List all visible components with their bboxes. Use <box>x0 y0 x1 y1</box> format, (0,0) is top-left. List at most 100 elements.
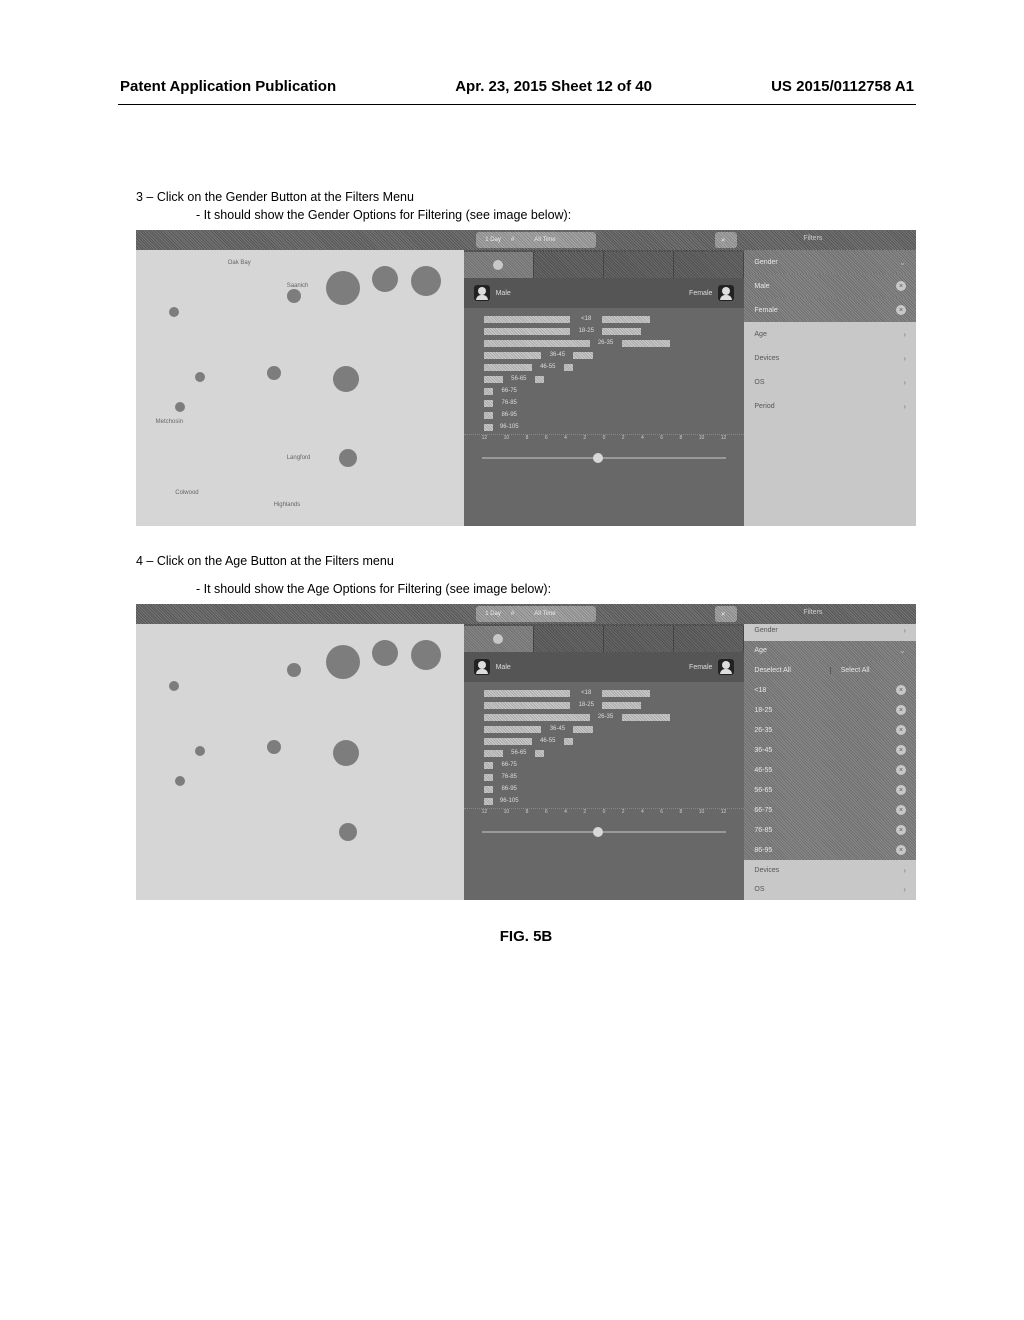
demographics-panel: Aug 8, 2011 (10:07) Male Female <18 18-2… <box>464 230 745 526</box>
age-bar-chart: <18 18-25 26-35 36-45 46-55 56-65 66-75 … <box>464 682 745 808</box>
remove-icon[interactable]: × <box>896 765 906 775</box>
time-range-pill[interactable]: 1 Day # All Time <box>476 606 596 622</box>
panel-tab-1[interactable] <box>464 626 534 652</box>
filter-age-opt-4[interactable]: 46-55× <box>744 760 916 780</box>
chevron-right-icon: › <box>903 885 906 894</box>
header-left: Patent Application Publication <box>120 78 336 95</box>
content-area: 3 – Click on the Gender Button at the Fi… <box>136 190 916 945</box>
select-all-button[interactable]: Select All <box>830 667 916 674</box>
filter-gender-male[interactable]: Male× <box>744 274 916 298</box>
close-filters-pill[interactable]: ✕ <box>715 606 737 622</box>
slider-knob[interactable] <box>593 827 603 837</box>
time-range-pill[interactable]: 1 Day # All Time <box>476 232 596 248</box>
filter-devices[interactable]: Devices› <box>744 860 916 880</box>
pill-seg-2[interactable]: # <box>508 611 517 617</box>
step4-line: 4 – Click on the Age Button at the Filte… <box>136 554 916 568</box>
map-label: Langford <box>287 455 311 461</box>
filters-title: Filters <box>803 609 822 616</box>
chat-icon <box>493 260 503 270</box>
filter-age[interactable]: Age› <box>744 322 916 346</box>
remove-icon[interactable]: × <box>896 785 906 795</box>
remove-icon[interactable]: × <box>896 705 906 715</box>
filter-age-header[interactable]: Age⌄ <box>744 641 916 661</box>
chevron-right-icon: › <box>903 866 906 875</box>
filter-age-opt-8[interactable]: 86-95× <box>744 840 916 860</box>
filter-age-opt-2[interactable]: 26-35× <box>744 720 916 740</box>
map-label: Highlands <box>274 502 301 508</box>
header-mid: Apr. 23, 2015 Sheet 12 of 40 <box>455 78 652 95</box>
map-area[interactable] <box>136 604 464 900</box>
map-label: Saanich <box>287 283 309 289</box>
filter-period[interactable]: Period› <box>744 394 916 418</box>
pill-seg-2[interactable]: # <box>508 237 517 243</box>
step4-sub: - It should show the Age Options for Fil… <box>196 582 916 596</box>
map-label: Oak Bay <box>228 260 251 266</box>
pill-seg-1day[interactable]: 1 Day <box>482 611 504 617</box>
time-slider[interactable] <box>464 448 745 470</box>
filter-age-opt-6[interactable]: 66-75× <box>744 800 916 820</box>
close-icon: ✕ <box>721 611 726 618</box>
filter-age-select-row: Deselect All Select All <box>744 661 916 681</box>
filter-os[interactable]: OS› <box>744 880 916 900</box>
chevron-right-icon: › <box>903 354 906 363</box>
male-label: Male <box>496 290 511 297</box>
remove-icon[interactable]: × <box>896 745 906 755</box>
chevron-down-icon: ⌄ <box>899 646 906 655</box>
time-slider[interactable] <box>464 822 745 844</box>
map-label: Metchosin <box>156 419 183 425</box>
step3-line: 3 – Click on the Gender Button at the Fi… <box>136 190 916 204</box>
panel-tab-1[interactable] <box>464 252 534 278</box>
filter-os[interactable]: OS› <box>744 370 916 394</box>
filter-age-opt-1[interactable]: 18-25× <box>744 700 916 720</box>
chat-icon <box>493 634 503 644</box>
remove-icon[interactable]: × <box>896 305 906 315</box>
remove-icon[interactable]: × <box>896 825 906 835</box>
filter-age-opt-0[interactable]: <18× <box>744 680 916 700</box>
gender-header-row: Male Female <box>464 278 745 308</box>
female-silhouette-icon <box>718 659 734 675</box>
male-silhouette-icon <box>474 659 490 675</box>
remove-icon[interactable]: × <box>896 845 906 855</box>
panel-tab-4[interactable] <box>674 252 744 278</box>
filters-title: Filters <box>803 235 822 242</box>
pill-seg-alltime[interactable]: All Time <box>531 611 558 617</box>
panel-tabs <box>464 252 745 278</box>
female-silhouette-icon <box>718 285 734 301</box>
remove-icon[interactable]: × <box>896 281 906 291</box>
deselect-all-button[interactable]: Deselect All <box>744 667 829 674</box>
female-label: Female <box>689 290 712 297</box>
map-area[interactable]: Oak Bay Saanich Metchosin Langford Colwo… <box>136 230 464 526</box>
close-icon: ✕ <box>721 237 726 244</box>
close-filters-pill[interactable]: ✕ <box>715 232 737 248</box>
header-rule <box>118 104 916 105</box>
filter-age-opt-5[interactable]: 56-65× <box>744 780 916 800</box>
chevron-right-icon: › <box>903 626 906 635</box>
page-header: Patent Application Publication Apr. 23, … <box>0 78 1024 95</box>
header-right: US 2015/0112758 A1 <box>771 78 914 95</box>
chevron-down-icon: ⌄ <box>899 258 906 267</box>
pill-seg-1day[interactable]: 1 Day <box>482 237 504 243</box>
remove-icon[interactable]: × <box>896 725 906 735</box>
slider-knob[interactable] <box>593 453 603 463</box>
filter-age-opt-3[interactable]: 36-45× <box>744 740 916 760</box>
filter-gender-header[interactable]: Gender⌄ <box>744 250 916 274</box>
filter-devices[interactable]: Devices› <box>744 346 916 370</box>
screenshot-age: 1 Day # All Time ✕ Filters Aug 8, 2011 (… <box>136 604 916 900</box>
panel-tab-3[interactable] <box>604 626 674 652</box>
pill-seg-alltime[interactable]: All Time <box>531 237 558 243</box>
remove-icon[interactable]: × <box>896 685 906 695</box>
filter-age-opt-7[interactable]: 76-85× <box>744 820 916 840</box>
panel-tab-2[interactable] <box>534 626 604 652</box>
panel-tab-4[interactable] <box>674 626 744 652</box>
axis-row: 12108642024681012 <box>464 434 745 448</box>
map-label: Colwood <box>175 490 198 496</box>
chevron-right-icon: › <box>903 402 906 411</box>
filters-panel: Gender⌄ Male× Female× Age› Devices› OS› … <box>744 230 916 526</box>
filter-gender-female[interactable]: Female× <box>744 298 916 322</box>
screenshot-gender: 1 Day # All Time ✕ Filters Oak Bay Saani… <box>136 230 916 526</box>
remove-icon[interactable]: × <box>896 805 906 815</box>
panel-tab-3[interactable] <box>604 252 674 278</box>
chevron-right-icon: › <box>903 330 906 339</box>
panel-tab-2[interactable] <box>534 252 604 278</box>
age-bar-chart: <18 18-25 26-35 36-45 46-55 56-65 66-75 … <box>464 308 745 434</box>
